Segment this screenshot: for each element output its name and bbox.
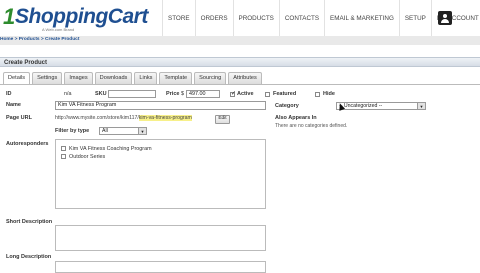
panel-title: Create Product bbox=[0, 57, 480, 67]
filter-select-value: All bbox=[102, 128, 108, 134]
short-description-label: Short Description bbox=[6, 219, 53, 225]
name-label: Name bbox=[6, 102, 21, 108]
price-currency: $ bbox=[181, 91, 184, 97]
tab-links[interactable]: Links bbox=[134, 72, 158, 84]
nav-orders[interactable]: ORDERS bbox=[194, 0, 233, 36]
nav-products[interactable]: PRODUCTS bbox=[232, 0, 279, 36]
logo-mark[interactable]: 1 bbox=[3, 6, 15, 28]
account-icon[interactable] bbox=[438, 11, 452, 25]
page-url-prefix: http://www.mysite.com/store/kim117/ bbox=[55, 115, 139, 121]
price-input[interactable]: 497.00 bbox=[186, 90, 220, 98]
autoresponders-label: Autoresponders bbox=[6, 141, 49, 147]
category-label: Category bbox=[275, 103, 299, 109]
nav-setup[interactable]: SETUP bbox=[398, 0, 431, 36]
page-url-slug: kim-va-fitness-program bbox=[138, 115, 192, 121]
tab-template[interactable]: Template bbox=[159, 72, 193, 84]
tab-details[interactable]: Details bbox=[3, 72, 31, 84]
tab-sourcing[interactable]: Sourcing bbox=[194, 72, 227, 84]
breadcrumb[interactable]: Home > Products > Create Product bbox=[0, 35, 79, 44]
page-url: http://www.mysite.com/store/kim117/kim-v… bbox=[55, 115, 192, 121]
tab-settings[interactable]: Settings bbox=[32, 72, 63, 84]
short-description-textarea[interactable] bbox=[55, 225, 266, 251]
long-description-textarea[interactable] bbox=[55, 261, 266, 273]
price-label: Price bbox=[166, 91, 180, 97]
autoresponder-checkbox-2[interactable] bbox=[61, 154, 66, 159]
logo-tagline: A Web.com Brand bbox=[42, 27, 75, 32]
filter-label: Filter by type bbox=[55, 128, 90, 134]
top-nav: STORE ORDERS PRODUCTS CONTACTS EMAIL & M… bbox=[162, 0, 480, 36]
also-appears-text: There are no categories defined. bbox=[275, 123, 348, 129]
long-description-label: Long Description bbox=[6, 254, 52, 260]
tab-attributes[interactable]: Attributes bbox=[228, 72, 262, 84]
sku-input[interactable] bbox=[108, 90, 156, 98]
featured-label: Featured bbox=[273, 91, 297, 97]
logo-text[interactable]: ShoppingCart bbox=[15, 6, 148, 28]
nav-store[interactable]: STORE bbox=[162, 0, 195, 36]
chevron-down-icon: ▼ bbox=[138, 128, 146, 134]
hide-label: Hide bbox=[323, 91, 335, 97]
nav-contacts[interactable]: CONTACTS bbox=[278, 0, 324, 36]
active-label: Active bbox=[237, 91, 254, 97]
featured-checkbox[interactable] bbox=[265, 92, 270, 97]
category-select[interactable]: -- Uncategorized -- ▼ bbox=[336, 102, 426, 110]
edit-url-button[interactable]: Edit bbox=[215, 115, 230, 124]
hide-checkbox[interactable] bbox=[315, 92, 320, 97]
nav-email-marketing[interactable]: EMAIL & MARKETING bbox=[324, 0, 399, 36]
active-checkbox[interactable] bbox=[230, 90, 236, 97]
autoresponder-label-2: Outdoor Series bbox=[69, 154, 106, 160]
page-url-label: Page URL bbox=[6, 115, 32, 121]
sku-label: SKU bbox=[95, 91, 107, 97]
tab-images[interactable]: Images bbox=[64, 72, 93, 84]
chevron-down-icon: ▼ bbox=[417, 103, 425, 109]
category-select-value: -- Uncategorized -- bbox=[339, 103, 383, 109]
name-input[interactable]: Kim VA Fitness Program bbox=[55, 101, 266, 110]
autoresponder-checkbox-1[interactable] bbox=[61, 146, 66, 151]
also-appears-label: Also Appears In bbox=[275, 115, 317, 121]
autoresponder-label-1: Kim VA Fitness Coaching Program bbox=[69, 146, 152, 152]
tab-downloads[interactable]: Downloads bbox=[94, 72, 133, 84]
id-value: n/a bbox=[64, 91, 72, 97]
tab-divider bbox=[0, 84, 480, 85]
id-label: ID bbox=[6, 91, 12, 97]
filter-select[interactable]: All ▼ bbox=[99, 127, 147, 135]
tab-bar: Details Settings Images Downloads Links … bbox=[3, 72, 264, 84]
